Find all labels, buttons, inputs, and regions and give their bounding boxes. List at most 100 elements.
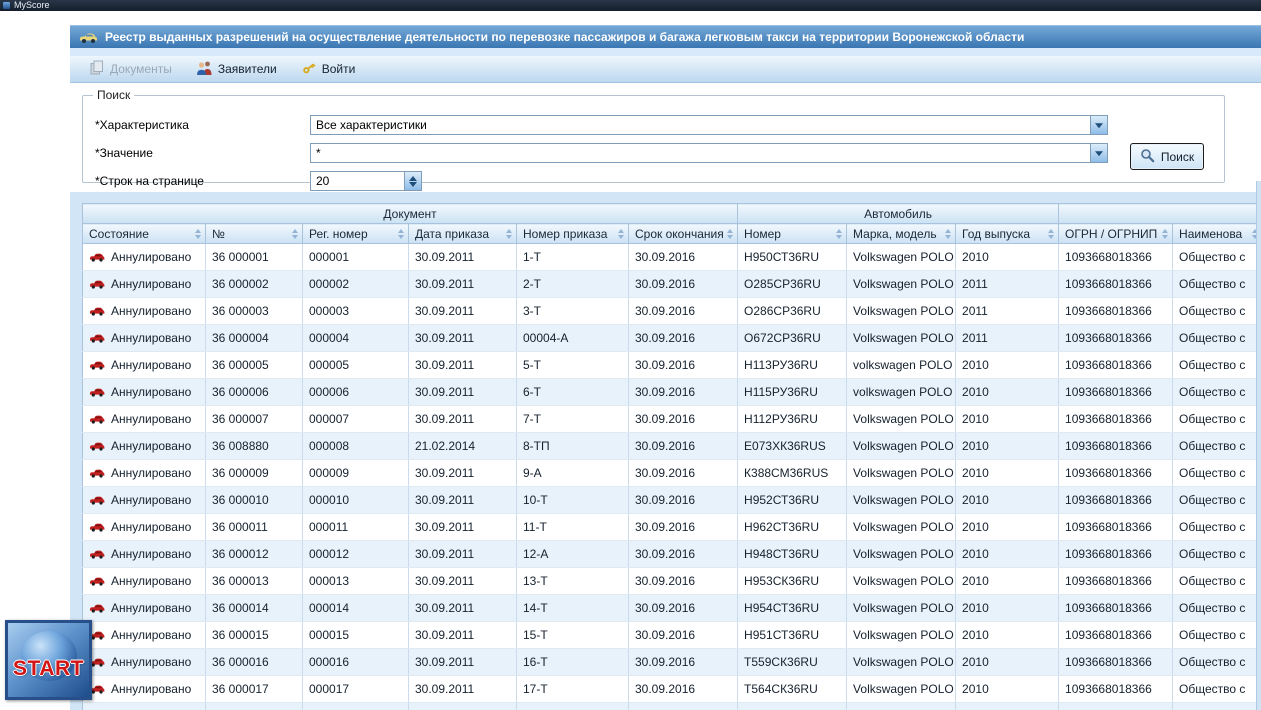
table-row[interactable]: Аннулировано 36 000001 000001 30.09.2011 1-Т… (82, 243, 1261, 271)
table-cell: 36 000001 (205, 243, 303, 271)
table-group-header-row: Документ Автомобиль (81, 203, 1261, 224)
key-icon (301, 60, 317, 79)
table-cell: 000010 (302, 486, 409, 514)
table-row[interactable]: Аннулировано 36 000012 000012 30.09.2011 12-… (82, 540, 1261, 568)
column-header[interactable]: Состояние (82, 223, 206, 244)
table-cell: 30.09.2016 (628, 351, 739, 379)
table-cell: 000006 (302, 378, 409, 406)
sort-icon[interactable] (506, 228, 513, 239)
table-cell: 30.09.2016 (628, 702, 739, 710)
table-cell: 000004 (302, 324, 409, 352)
vertical-scrollbar[interactable] (1256, 181, 1261, 710)
table-row[interactable]: Аннулировано 36 000010 000010 30.09.2011 10-… (82, 486, 1261, 514)
table-row[interactable]: Аннулировано 36 008880 000008 21.02.2014 8-Т… (82, 432, 1261, 460)
column-header[interactable]: Наименова (1172, 223, 1261, 244)
sort-icon[interactable] (1162, 228, 1169, 239)
sort-icon[interactable] (398, 228, 405, 239)
table-cell: 30.09.2011 (408, 297, 517, 325)
table-row[interactable]: Аннулировано 36 000005 000005 30.09.2011 5-Т… (82, 351, 1261, 379)
table-row[interactable]: Аннулировано 36 000006 000006 30.09.2011 6-Т… (82, 378, 1261, 406)
column-header[interactable]: Марка, модель (846, 223, 957, 244)
start-shortcut-label: START (13, 657, 84, 680)
value-select-value: * (316, 146, 321, 160)
table-row[interactable]: Аннулировано 36 000003 000003 30.09.2011 3-Т… (82, 297, 1261, 325)
table-row[interactable]: Аннулировано 36 000013 000013 30.09.2011 13-… (82, 567, 1261, 595)
window-titlebar: MyScore (0, 0, 1261, 11)
table-cell: Аннулировано (82, 675, 206, 703)
table-row[interactable]: Аннулировано 36 000009 000009 30.09.2011 9-А… (82, 459, 1261, 487)
table-cell: Аннулировано (82, 702, 206, 710)
status-label: Аннулировано (111, 358, 192, 372)
search-button[interactable]: Поиск (1130, 143, 1204, 170)
table-cell: Volkswagen POLO (846, 270, 957, 298)
login-button[interactable]: Войти (294, 56, 367, 83)
column-header-label: Марка, модель (853, 226, 937, 241)
column-header[interactable]: Номер (737, 223, 848, 244)
table-row[interactable]: Аннулировано 36 000014 000014 30.09.2011 14-… (82, 594, 1261, 622)
table-cell: 36 000004 (205, 324, 303, 352)
column-header[interactable]: Срок окончания (627, 223, 739, 244)
table-row[interactable]: Аннулировано 36 000017 000017 30.09.2011 17-… (82, 675, 1261, 703)
table-row[interactable]: Аннулировано 36 000015 000015 30.09.2011 15-… (82, 621, 1261, 649)
column-header[interactable]: ОГРН / ОГРНИП (1058, 223, 1174, 244)
table-row[interactable]: Аннулировано 36 000016 000016 30.09.2011 16-… (82, 648, 1261, 676)
table-cell: 1093668018366 (1058, 351, 1174, 379)
sort-icon[interactable] (727, 228, 734, 239)
column-header[interactable]: № (205, 223, 303, 244)
table-cell: 000001 (302, 243, 409, 271)
applicants-button[interactable]: Заявители (189, 56, 288, 82)
column-header[interactable]: Номер приказа (516, 223, 629, 244)
sort-icon[interactable] (945, 228, 952, 239)
table-row[interactable]: Аннулировано 36 000011 000011 30.09.2011 11-… (82, 513, 1261, 541)
column-header-label: Наименова (1179, 226, 1243, 241)
red-car-icon (89, 603, 105, 613)
search-button-label: Поиск (1160, 149, 1195, 164)
column-header[interactable]: Рег. номер (302, 223, 409, 244)
table-cell: Общество с (1172, 594, 1261, 622)
table-cell: Аннулировано (82, 648, 206, 676)
table-cell: 36 000005 (205, 351, 303, 379)
column-header-label: Срок окончания (635, 226, 724, 241)
table-cell: 30.09.2011 (408, 486, 517, 514)
sort-icon[interactable] (195, 228, 202, 239)
column-header[interactable]: Дата приказа (408, 223, 517, 244)
chevron-down-icon[interactable] (1090, 144, 1107, 162)
table-cell: 000013 (302, 567, 409, 595)
sort-icon[interactable] (836, 228, 843, 239)
chevron-down-icon[interactable] (1090, 116, 1107, 134)
column-header[interactable]: Год выпуска (955, 223, 1060, 244)
start-shortcut[interactable]: START (5, 620, 92, 700)
sort-icon[interactable] (618, 228, 625, 239)
column-header-label: Состояние (89, 226, 149, 241)
characteristic-select[interactable]: Все характеристики (310, 115, 1108, 135)
table-row[interactable]: Аннулировано36 00001800001830.09.201118-… (82, 702, 1261, 710)
table-cell: 000015 (302, 621, 409, 649)
table-cell: Volkswagen POLO (846, 594, 957, 622)
table-row[interactable]: Аннулировано 36 000002 000002 30.09.2011 2-Т… (82, 270, 1261, 298)
table-cell: 2010 (955, 351, 1060, 379)
table-cell: 15-Т (516, 621, 629, 649)
table-cell: Volkswagen POLO (846, 486, 957, 514)
sort-icon[interactable] (1048, 228, 1055, 239)
table-cell: 2-Т (516, 270, 629, 298)
applicants-button-label: Заявители (217, 62, 277, 76)
up-down-arrows-icon[interactable] (404, 172, 421, 190)
table-cell: 2010 (955, 648, 1060, 676)
table-cell: Volkswagen POLO (846, 324, 957, 352)
table-row[interactable]: Аннулировано 36 000007 000007 30.09.2011 7-Т… (82, 405, 1261, 433)
status-label: Аннулировано (111, 439, 192, 453)
taxi-icon (78, 31, 98, 44)
table-row[interactable]: Аннулировано 36 000004 000004 30.09.2011 000… (82, 324, 1261, 352)
table-cell: 30.09.2011 (408, 540, 517, 568)
red-car-icon (89, 549, 105, 559)
rows-per-page-label: *Строк на странице (95, 174, 204, 188)
value-select[interactable]: * (310, 143, 1108, 163)
search-panel: Поиск *Характеристика Все характеристики… (70, 83, 1261, 192)
rows-per-page-stepper[interactable]: 20 (310, 171, 422, 191)
red-car-icon (89, 252, 105, 262)
table-cell: 30.09.2016 (628, 675, 739, 703)
table-cell: 1093668018366 (1058, 270, 1174, 298)
sort-icon[interactable] (292, 228, 299, 239)
table-cell: 2010 (955, 540, 1060, 568)
table-cell: 1093668018366 (1058, 324, 1174, 352)
